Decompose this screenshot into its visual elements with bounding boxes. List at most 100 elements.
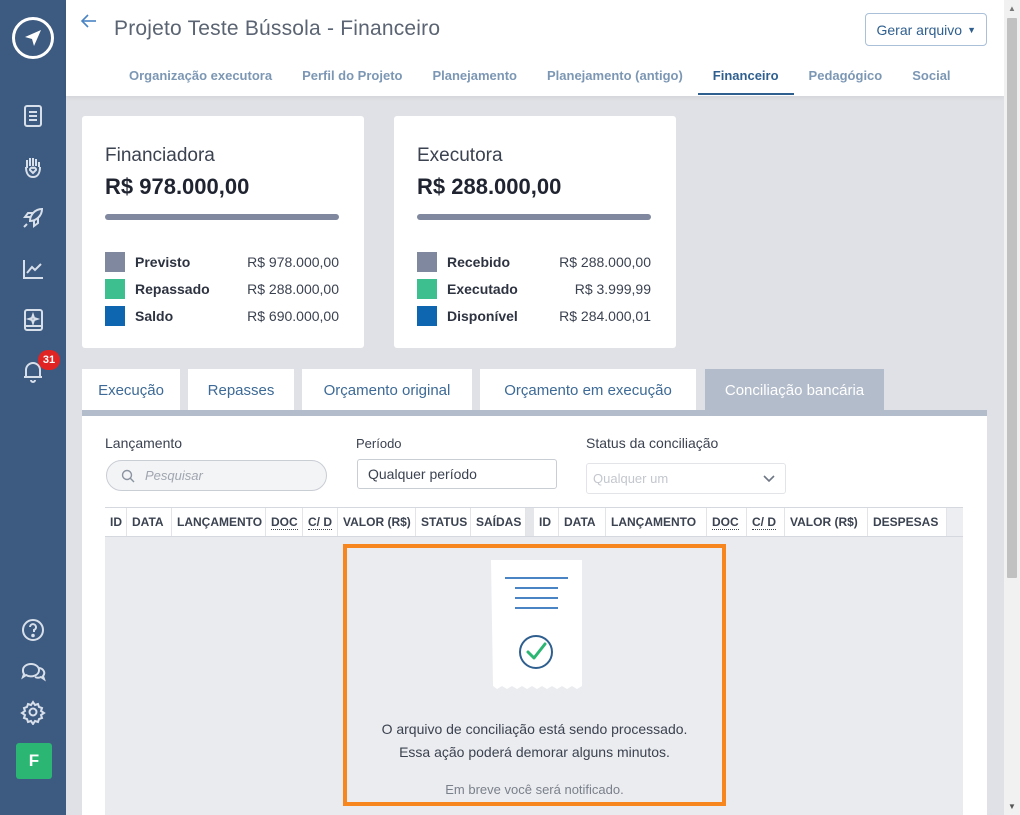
tab-financeiro[interactable]: Financeiro [697,60,794,95]
compass-logo-icon[interactable] [12,17,54,59]
caret-down-icon: ▼ [967,24,976,35]
legend-value: R$ 284.000,01 [559,308,651,324]
legend-swatch [417,306,437,326]
tab-planejamento-antigo[interactable]: Planejamento (antigo) [532,60,698,95]
column-header: DOC [707,508,747,536]
table-header: ID DATA LANÇAMENTO DOC C/ D VALOR (R$) S… [105,507,963,537]
tab-execucao[interactable]: Execução [82,369,180,412]
tab-organizacao-executora[interactable]: Organização executora [114,60,287,95]
user-avatar[interactable]: F [16,743,52,779]
search-icon [121,469,135,482]
search-input[interactable]: Pesquisar [106,460,327,491]
gear-icon[interactable] [18,697,48,727]
legend-value: R$ 978.000,00 [247,254,339,270]
legend-row: Saldo R$ 690.000,00 [105,306,339,326]
column-header-text: DOC [271,514,298,530]
legend-value: R$ 288.000,00 [247,281,339,297]
legend-swatch [105,252,125,272]
legend-row: Previsto R$ 978.000,00 [105,252,339,272]
sidebar: 31 F [0,0,66,815]
card-label: Executora [417,145,503,166]
legend-swatch [417,279,437,299]
column-header: VALOR (R$) [338,508,416,536]
legend-label: Repassado [135,281,210,297]
card-label: Financiadora [105,145,215,166]
chevron-down-icon [763,474,775,482]
legend-label: Disponível [447,308,518,324]
column-header-text: C/ D [308,514,332,530]
column-header: DATA [559,508,606,536]
rocket-icon[interactable] [18,203,48,233]
chat-icon[interactable] [18,656,48,686]
legend-value: R$ 288.000,00 [559,254,651,270]
column-header: STATUS [416,508,471,536]
tab-orcamento-execucao[interactable]: Orçamento em execução [480,369,696,412]
legend-row: Disponível R$ 284.000,01 [417,306,651,326]
notice-footnote: Em breve você será notificado. [445,782,624,797]
legend-swatch [417,252,437,272]
documents-icon[interactable] [18,101,48,131]
project-tabs: Organização executora Perfil do Projeto … [114,60,966,95]
book-icon[interactable] [18,305,48,335]
finance-tabs: Execução Repasses Orçamento original Orç… [82,369,987,417]
scroll-down-icon[interactable]: ▼ [1008,802,1016,811]
column-header: DESPESAS [868,508,947,536]
tab-conciliacao-bancaria[interactable]: Conciliação bancária [705,369,884,412]
column-header: ID [105,508,127,536]
column-header: DATA [127,508,172,536]
column-header: C/ D [747,508,785,536]
generate-file-button[interactable]: Gerar arquivo ▼ [865,13,987,46]
tab-planejamento[interactable]: Planejamento [417,60,532,95]
table-separator [526,508,534,536]
search-placeholder: Pesquisar [145,468,203,483]
column-header: LANÇAMENTO [172,508,266,536]
back-arrow-icon[interactable] [80,12,98,36]
tab-repasses[interactable]: Repasses [188,369,294,412]
column-header: DOC [266,508,303,536]
legend-swatch [105,279,125,299]
legend-label: Recebido [447,254,511,270]
status-label: Status da conciliação [586,435,719,451]
status-placeholder: Qualquer um [593,471,669,486]
legend-label: Previsto [135,254,191,270]
legend-row: Repassado R$ 288.000,00 [105,279,339,299]
scrollbar-thumb[interactable] [1007,18,1017,578]
progress-bar [105,214,339,220]
status-select[interactable]: Qualquer um [586,463,786,494]
legend-swatch [105,306,125,326]
periodo-field[interactable]: Qualquer período [357,459,557,489]
legend-label: Executado [447,281,518,297]
hand-heart-icon[interactable] [18,152,48,182]
legend-value: R$ 3.999,99 [574,281,651,297]
column-header: VALOR (R$) [785,508,868,536]
column-header: SAÍDAS [471,508,526,536]
column-header: C/ D [303,508,338,536]
executora-card: Executora R$ 288.000,00 Recebido R$ 288.… [394,116,676,348]
chart-line-icon[interactable] [18,254,48,284]
processing-notice: O arquivo de conciliação está sendo proc… [343,544,726,806]
column-header-text: DOC [712,514,739,530]
column-header-text: C/ D [752,514,776,530]
card-total: R$ 978.000,00 [105,174,250,199]
notice-message: Essa ação poderá demorar alguns minutos. [399,744,670,760]
legend-value: R$ 690.000,00 [247,308,339,324]
tab-perfil-projeto[interactable]: Perfil do Projeto [287,60,417,95]
card-total: R$ 288.000,00 [417,174,562,199]
column-header: ID [534,508,559,536]
financiadora-card: Financiadora R$ 978.000,00 Previsto R$ 9… [82,116,364,348]
notice-message: O arquivo de conciliação está sendo proc… [381,721,688,737]
column-header: LANÇAMENTO [606,508,707,536]
page-header: Projeto Teste Bússola - Financeiro Gerar… [66,0,1004,96]
page-scrollbar[interactable]: ▲ ▼ [1004,0,1020,815]
table-scroll-gutter [947,508,963,536]
document-check-icon [491,560,582,689]
tab-orcamento-original[interactable]: Orçamento original [302,369,472,412]
scroll-up-icon[interactable]: ▲ [1008,4,1016,13]
tab-social[interactable]: Social [897,60,965,95]
help-icon[interactable] [18,615,48,645]
generate-file-label: Gerar arquivo [876,21,963,38]
tab-pedagogico[interactable]: Pedagógico [794,60,898,95]
legend-row: Executado R$ 3.999,99 [417,279,651,299]
legend-label: Saldo [135,308,174,324]
progress-bar [417,214,651,220]
